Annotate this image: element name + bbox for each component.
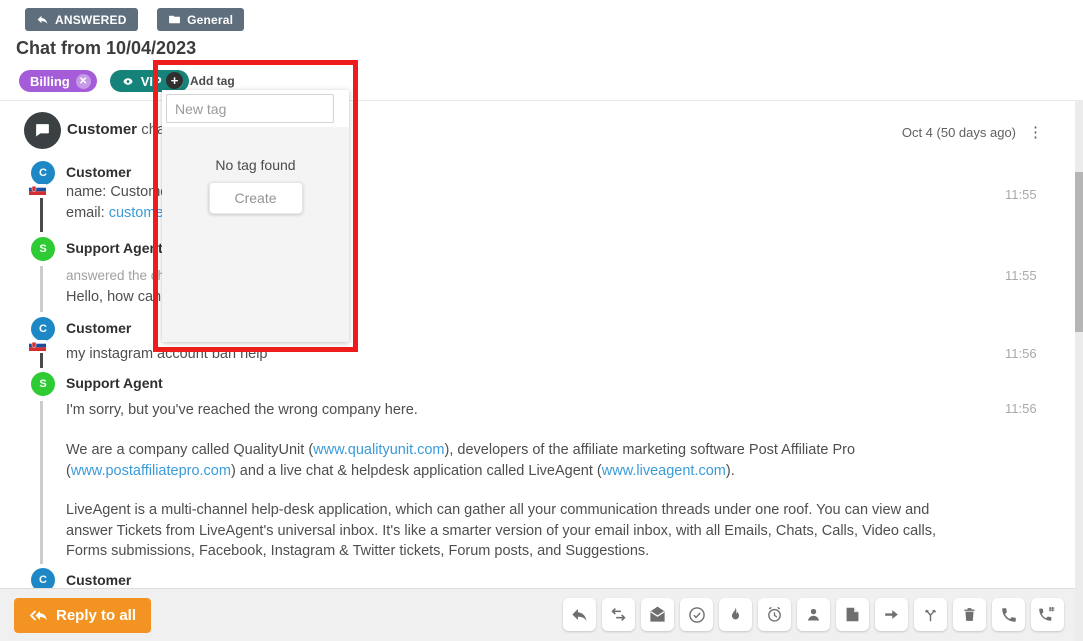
message-time: 11:55 bbox=[1005, 268, 1037, 283]
dial-number-button[interactable] bbox=[1031, 598, 1064, 631]
folder-icon bbox=[168, 13, 181, 26]
no-tag-found-text: No tag found bbox=[162, 157, 349, 173]
spam-button[interactable] bbox=[719, 598, 752, 631]
thread-line bbox=[40, 266, 43, 312]
postaffiliatepro-link[interactable]: www.postaffiliatepro.com bbox=[71, 463, 231, 479]
message-author: Support Agent bbox=[66, 375, 163, 391]
note-button[interactable] bbox=[836, 598, 869, 631]
message-paragraph: LiveAgent is a multi-channel help-desk a… bbox=[66, 500, 978, 562]
paragraph-text: ). bbox=[726, 463, 735, 479]
remove-tag-icon[interactable]: ✕ bbox=[76, 74, 91, 89]
open-mail-icon bbox=[648, 605, 667, 624]
flame-icon bbox=[727, 605, 744, 624]
email-prefix: email: bbox=[66, 205, 109, 221]
forward-button[interactable] bbox=[875, 598, 908, 631]
ticket-actions-row bbox=[563, 598, 1064, 631]
call-button[interactable] bbox=[992, 598, 1025, 631]
paragraph-text: We are a company called QualityUnit ( bbox=[66, 442, 313, 458]
alarm-clock-icon bbox=[765, 605, 784, 624]
footer-toolbar: Reply to all bbox=[0, 588, 1083, 641]
mail-button[interactable] bbox=[641, 598, 674, 631]
reply-to-all-label: Reply to all bbox=[56, 607, 136, 624]
assign-person-icon bbox=[804, 605, 823, 624]
split-icon bbox=[921, 605, 940, 624]
thread-line bbox=[40, 353, 43, 368]
check-circle-icon bbox=[687, 605, 707, 625]
avatar: C bbox=[31, 161, 55, 185]
add-tag-button[interactable]: + Add tag bbox=[166, 72, 235, 89]
snooze-button[interactable] bbox=[758, 598, 791, 631]
chat-bubble-icon bbox=[34, 122, 51, 139]
scrollbar-thumb[interactable] bbox=[1075, 172, 1083, 332]
status-badge[interactable]: ANSWERED bbox=[25, 8, 138, 31]
create-tag-button[interactable]: Create bbox=[208, 182, 302, 214]
message-author: Support Agent bbox=[66, 240, 163, 256]
message-author: Customer bbox=[66, 572, 131, 588]
split-button[interactable] bbox=[914, 598, 947, 631]
message-time: 11:55 bbox=[1005, 187, 1037, 202]
resolve-button[interactable] bbox=[680, 598, 713, 631]
page-title: Chat from 10/04/2023 bbox=[16, 38, 196, 59]
department-badge-label: General bbox=[187, 13, 233, 27]
reply-button[interactable] bbox=[563, 598, 596, 631]
avatar: S bbox=[31, 237, 55, 261]
thread-author: Customer bbox=[67, 121, 137, 138]
thread-line bbox=[40, 198, 43, 232]
slovakia-flag-icon bbox=[29, 184, 46, 195]
avatar: S bbox=[31, 372, 55, 396]
delete-button[interactable] bbox=[953, 598, 986, 631]
transfer-button[interactable] bbox=[602, 598, 635, 631]
message-paragraph: I'm sorry, but you've reached the wrong … bbox=[66, 400, 978, 421]
avatar: C bbox=[31, 317, 55, 341]
chat-channel-avatar bbox=[24, 112, 61, 149]
forward-icon bbox=[882, 605, 901, 624]
plus-icon: + bbox=[171, 74, 179, 87]
new-tag-input[interactable] bbox=[166, 94, 334, 123]
badges-row: ANSWERED General bbox=[25, 8, 244, 31]
reply-all-icon bbox=[29, 608, 48, 623]
phone-dialpad-icon bbox=[1038, 605, 1057, 624]
paragraph-text: ) and a live chat & helpdesk application… bbox=[231, 463, 602, 479]
thread-meta: Oct 4 (50 days ago) ⋮ bbox=[902, 123, 1045, 141]
message-time: 11:56 bbox=[1005, 401, 1037, 416]
message-paragraph: We are a company called QualityUnit (www… bbox=[66, 440, 978, 481]
eye-icon bbox=[121, 76, 135, 87]
note-icon bbox=[843, 605, 862, 624]
phone-icon bbox=[1000, 606, 1018, 624]
status-badge-label: ANSWERED bbox=[55, 13, 127, 27]
qualityunit-link[interactable]: www.qualityunit.com bbox=[313, 442, 444, 458]
message-author: Customer bbox=[66, 320, 131, 336]
slovakia-flag-icon bbox=[29, 340, 46, 351]
assign-agent-button[interactable] bbox=[797, 598, 830, 631]
close-icon: ✕ bbox=[79, 76, 87, 87]
reply-to-all-button[interactable]: Reply to all bbox=[14, 598, 151, 633]
kebab-menu-icon[interactable]: ⋮ bbox=[1026, 123, 1045, 141]
transfer-icon bbox=[609, 605, 628, 624]
thread-line bbox=[40, 401, 43, 564]
tag-billing[interactable]: Billing ✕ bbox=[19, 70, 97, 92]
liveagent-link[interactable]: www.liveagent.com bbox=[602, 463, 726, 479]
trash-icon bbox=[961, 605, 978, 624]
add-icon: + bbox=[166, 72, 183, 89]
tag-dropdown: No tag found Create bbox=[162, 90, 349, 342]
tag-billing-label: Billing bbox=[30, 74, 70, 89]
message-time: 11:56 bbox=[1005, 346, 1037, 361]
message-author: Customer bbox=[66, 164, 131, 180]
reply-icon bbox=[570, 605, 589, 624]
tag-list-panel: No tag found Create bbox=[162, 127, 349, 342]
reply-icon bbox=[36, 13, 49, 26]
add-tag-label: Add tag bbox=[190, 74, 235, 88]
department-badge[interactable]: General bbox=[157, 8, 244, 31]
thread-date: Oct 4 (50 days ago) bbox=[902, 125, 1016, 140]
